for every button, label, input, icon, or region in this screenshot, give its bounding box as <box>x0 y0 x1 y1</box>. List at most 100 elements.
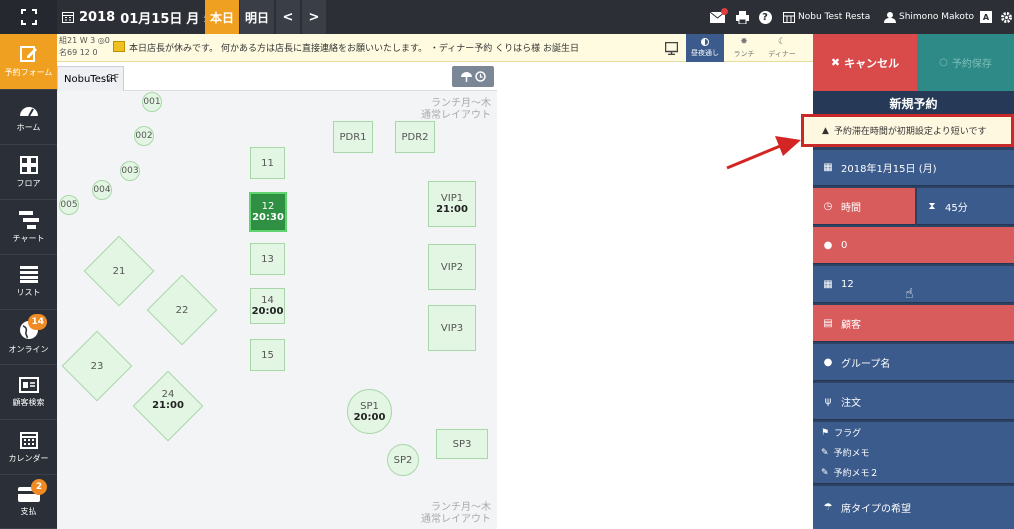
duration-field[interactable]: ⧗ 45分 <box>917 188 1014 225</box>
group-icon: ● <box>823 356 833 368</box>
sidebar-item-list[interactable]: リスト <box>0 255 57 310</box>
settings-button[interactable] <box>999 0 1014 34</box>
memo-label: 予約メモ <box>833 449 870 459</box>
guest-count-value: 0 <box>841 239 848 251</box>
info-bar: 組21 W 3 ◎0 名69 12 0 本日店長が休みです。 何かある方は店長に… <box>57 34 813 62</box>
table-003[interactable]: 003 <box>120 161 140 181</box>
table-004[interactable]: 004 <box>92 180 112 200</box>
table-sp2[interactable]: SP2 <box>387 444 419 476</box>
today-button[interactable]: 本日 <box>205 0 239 34</box>
sun-icon: ✸ <box>740 36 748 47</box>
sidebar-label-online: オンライン <box>8 344 49 354</box>
table-pdr2[interactable]: PDR2 <box>395 121 435 153</box>
table-14-label: 14 <box>261 295 274 306</box>
language-button[interactable]: A <box>978 0 994 34</box>
floor-icon <box>19 155 38 174</box>
table-sp3[interactable]: SP3 <box>436 429 488 459</box>
table-24-time: 21:00 <box>152 400 184 411</box>
user-menu[interactable]: Shimono Makoto <box>884 0 974 34</box>
fullscreen-button[interactable] <box>0 0 57 34</box>
close-icon: ✖ <box>830 56 841 69</box>
table-vip3-label: VIP3 <box>440 322 464 334</box>
table-sp1[interactable]: SP1 20:00 <box>347 389 392 434</box>
time-field[interactable]: ◷ 時間 <box>813 188 915 225</box>
customer-field[interactable]: ▤ 顧客 <box>813 305 1014 342</box>
payment-count-badge: 2 <box>31 479 47 495</box>
prev-day-button[interactable]: < <box>276 0 300 34</box>
seat-time-button[interactable] <box>452 66 494 87</box>
edit-icon <box>19 45 38 63</box>
table-005[interactable]: 005 <box>59 195 79 215</box>
table-pdr1[interactable]: PDR1 <box>333 121 373 153</box>
sidebar-item-floor[interactable]: フロア <box>0 145 57 200</box>
date-display[interactable]: 2018 01月15日 月 先負 <box>62 0 221 34</box>
cancel-button[interactable]: ✖ キャンセル <box>813 34 917 91</box>
group-name-label: グループ名 <box>841 358 891 370</box>
umbrella-icon <box>460 71 472 82</box>
layout-label-bottom-line2: 通常レイアウト <box>421 514 491 525</box>
sidebar-item-home[interactable]: ホーム <box>0 90 57 145</box>
table-003-label: 003 <box>121 165 139 176</box>
table-grid-icon: ▦ <box>823 278 833 290</box>
person-icon: ● <box>823 239 833 251</box>
customer-card-icon: ▤ <box>823 317 833 329</box>
save-reservation-button[interactable]: ○ 予約保存 <box>917 34 1014 91</box>
table-14-time: 20:00 <box>251 306 284 317</box>
stats-line-1: 組21 W 3 ◎0 <box>59 36 110 45</box>
table-vip2[interactable]: VIP2 <box>428 244 476 290</box>
calendar-icon <box>19 431 38 449</box>
memo2-label: 予約メモ２ <box>833 469 879 479</box>
guest-count-field[interactable]: ● 0 <box>813 227 1014 264</box>
clock-icon <box>474 71 486 82</box>
meal-mode-dinner[interactable]: ☾ ディナー <box>763 34 801 62</box>
date-field[interactable]: ▦ 2018年1月15日 (月) <box>813 150 1014 186</box>
table-vip3[interactable]: VIP3 <box>428 305 476 351</box>
umbrella-icon: ☂ <box>823 502 833 513</box>
dashboard-icon <box>19 102 39 118</box>
table-pdr2-label: PDR2 <box>401 131 429 143</box>
memo2-field[interactable]: ✎ 予約メモ２ <box>821 466 879 480</box>
sidebar-label-chart: チャート <box>12 233 45 243</box>
sidebar-item-customer-search[interactable]: 顧客検索 <box>0 365 57 420</box>
seat-type-label: 席タイプの希望 <box>841 504 911 515</box>
table-12[interactable]: 12 20:30 <box>249 192 287 232</box>
meal-mode-lunch-label: ランチ <box>733 49 755 58</box>
table-14[interactable]: 14 20:00 <box>250 288 285 324</box>
reservation-stats: 組21 W 3 ◎0 名69 12 0 <box>59 35 110 59</box>
table-field[interactable]: ▦ 12 ☝ <box>813 266 1014 303</box>
sidebar-item-reservation-form[interactable]: 予約フォーム <box>0 34 57 90</box>
sidebar-label-floor: フロア <box>16 178 41 188</box>
sidebar-item-chart[interactable]: チャート <box>0 200 57 255</box>
table-15[interactable]: 15 <box>250 339 285 371</box>
table-001[interactable]: 001 <box>142 92 162 112</box>
sidebar-item-online[interactable]: 14 オンライン <box>0 310 57 365</box>
mail-button[interactable] <box>708 0 728 34</box>
chart-icon <box>18 210 39 229</box>
memo-field[interactable]: ✎ 予約メモ <box>821 446 870 460</box>
seat-type-field[interactable]: ☂ 席タイプの希望 <box>813 486 1014 529</box>
layout-label-top-line1: ランチ月～木 <box>431 98 491 109</box>
flag-icon: ⚑ <box>821 427 830 438</box>
restaurant-selector[interactable]: Nobu Test Resta <box>783 0 870 34</box>
next-day-button[interactable]: > <box>302 0 326 34</box>
group-name-field[interactable]: ● グループ名 <box>813 344 1014 381</box>
flag-field[interactable]: ⚑ フラグ <box>821 426 861 440</box>
annotation-arrow-icon <box>726 136 801 170</box>
table-11[interactable]: 11 <box>250 147 285 179</box>
sidebar-item-payment[interactable]: 2 支払 <box>0 475 57 529</box>
tomorrow-button[interactable]: 明日 <box>240 0 274 34</box>
sidebar-item-calendar[interactable]: カレンダー <box>0 420 57 475</box>
meal-mode-all-day[interactable]: 昼夜通し <box>686 34 724 62</box>
table-002[interactable]: 002 <box>134 126 154 146</box>
list-icon <box>19 266 38 283</box>
table-13[interactable]: 13 <box>250 243 285 275</box>
empty-area <box>497 62 813 529</box>
meal-mode-lunch[interactable]: ✸ ランチ <box>727 34 761 62</box>
display-toggle-button[interactable] <box>661 38 681 58</box>
print-button[interactable] <box>733 0 751 34</box>
floor-tabs: NobuTestR 2F <box>57 62 497 91</box>
help-button[interactable]: ? <box>756 0 774 34</box>
order-field[interactable]: ψ 注文 <box>813 383 1014 420</box>
table-vip1[interactable]: VIP1 21:00 <box>428 181 476 227</box>
tab-2f[interactable]: 2F <box>101 66 125 91</box>
